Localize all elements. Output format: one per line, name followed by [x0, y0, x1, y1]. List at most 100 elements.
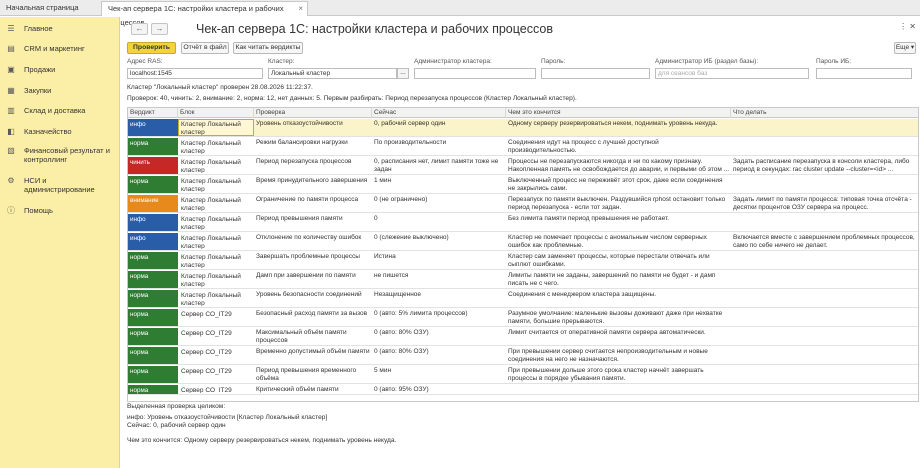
check-cell: Временно допустимый объём памяти: [256, 348, 370, 355]
result-cell: Лимит считается от оперативной памяти се…: [508, 329, 706, 336]
table-row[interactable]: норма Кластер Локальный кластер Уровень бе…: [128, 290, 918, 308]
table-row[interactable]: инфо Кластер Локальный кластер Уровень отк…: [128, 119, 918, 137]
table-row[interactable]: норма Сервер CO_IT29 Временно допустимый о…: [128, 347, 918, 365]
todo-cell: Включается вместе с завершением проблемн…: [733, 234, 915, 249]
block-cell: Кластер Локальный кластер: [181, 292, 241, 307]
table-row[interactable]: норма Кластер Локальный кластер Дамп при з…: [128, 271, 918, 289]
ras-input[interactable]: localhost:1545: [127, 68, 263, 79]
now-cell: 0 (авто: 80% ОЗУ): [374, 348, 429, 355]
treasury-icon: ◧: [7, 127, 15, 136]
ras-label: Адрес RAS:: [127, 58, 163, 65]
table-row[interactable]: норма Сервер CO_IT29 Безопасный расход пам…: [128, 309, 918, 327]
finance-icon: ▧: [7, 146, 15, 155]
result-cell: Кластер сам заменяет процессы, которые п…: [508, 253, 710, 268]
tab-home[interactable]: Начальная страница: [0, 1, 100, 16]
now-cell: 0 (авто: 95% ОЗУ): [374, 386, 429, 393]
verdict-cell: норма: [128, 290, 178, 307]
check-button[interactable]: Проверить: [127, 42, 176, 54]
table-row[interactable]: норма Кластер Локальный кластер Завершать …: [128, 252, 918, 270]
table-row[interactable]: норма Сервер CO_IT29 Максимальный объём па…: [128, 328, 918, 346]
col-check[interactable]: Проверка: [254, 108, 372, 118]
block-cell: Сервер CO_IT29: [181, 330, 232, 337]
sidebar-item-label: НСИ и администрирование: [24, 176, 95, 194]
result-cell: Одному серверу резервироваться некем, по…: [508, 120, 718, 127]
col-result[interactable]: Чем это кончится: [506, 108, 731, 118]
window-controls[interactable]: ⋮ ✕: [899, 22, 916, 31]
col-block[interactable]: Блок: [178, 108, 254, 118]
todo-cell: [731, 347, 918, 364]
block-cell: Кластер Локальный кластер: [181, 140, 241, 155]
cluster-select-button[interactable]: ...: [397, 68, 409, 79]
col-verdict[interactable]: Вердикт: [128, 108, 178, 118]
back-button[interactable]: ←: [131, 23, 148, 35]
password-input[interactable]: [541, 68, 650, 79]
check-cell: Безопасный расход памяти за вызов: [256, 310, 368, 317]
warehouse-icon: ▥: [7, 106, 15, 115]
result-cell: При превышении дольше этого срока класте…: [508, 367, 704, 382]
tab-checkup[interactable]: Чек-ап сервера 1С: настройки кластера и …: [101, 1, 308, 27]
table-row[interactable]: норма Кластер Локальный кластер Время прин…: [128, 176, 918, 194]
sidebar-item-label: Помощь: [24, 206, 53, 215]
check-cell: Период перезапуска процессов: [256, 158, 352, 165]
forward-button[interactable]: →: [151, 23, 168, 35]
verdict-cell: норма: [128, 366, 178, 383]
now-cell: 0, расписания нет, лимит памяти тоже не …: [374, 158, 499, 173]
table-row[interactable]: норма Сервер CO_IT29 Критический объём пам…: [128, 385, 918, 395]
verdict-cell: норма: [128, 309, 178, 326]
check-cell: Дамп при завершении по памяти: [256, 272, 356, 279]
todo-cell: [731, 252, 918, 269]
check-cell: Максимальный объём памяти процессов: [256, 329, 347, 344]
now-cell: 1 мин: [374, 177, 392, 184]
now-cell: 0 (авто: 5% лимита процессов): [374, 310, 468, 317]
howto-button[interactable]: Как читать вердикты: [233, 42, 303, 54]
check-cell: Завершать проблемные процессы: [256, 253, 360, 260]
password-ib-input[interactable]: [816, 68, 912, 79]
block-cell: Кластер Локальный кластер: [181, 178, 241, 193]
result-cell: При превышении сервер считается непроизв…: [508, 348, 708, 363]
admin-cluster-label: Администратор кластера:: [414, 58, 492, 65]
verdict-cell: норма: [128, 138, 178, 155]
cluster-select[interactable]: Локальный кластер: [268, 68, 397, 79]
sidebar-item-label: Продажи: [24, 65, 56, 74]
table-row[interactable]: инфо Кластер Локальный кластер Отклонение …: [128, 233, 918, 251]
block-cell: Сервер CO_IT29: [181, 349, 232, 356]
block-cell: Кластер Локальный кластер: [181, 216, 241, 231]
details-line3: Чем это кончится: Одному серверу резерви…: [127, 437, 397, 444]
now-cell: Незащищенное: [374, 291, 422, 298]
table-row[interactable]: инфо Кластер Локальный кластер Период прев…: [128, 214, 918, 232]
table-row[interactable]: норма Сервер CO_IT29 Период превышения вре…: [128, 366, 918, 384]
block-cell: Кластер Локальный кластер: [181, 197, 241, 212]
col-todo[interactable]: Что делать: [731, 108, 918, 118]
admin-ib-input[interactable]: для сеансов баз: [655, 68, 809, 79]
col-now[interactable]: Сейчас: [372, 108, 506, 118]
block-cell: Сервер CO_IT29: [181, 311, 232, 318]
todo-cell: Задать расписание перезапуска в консоли …: [733, 158, 910, 173]
sidebar-item-label: Казначейство: [24, 127, 72, 136]
result-cell: Соединения идут на процесс с лучшей дост…: [508, 139, 659, 154]
check-summary: Проверок: 40, чинить: 2, внимание: 2, но…: [127, 95, 577, 102]
table-row[interactable]: чинить Кластер Локальный кластер Период пе…: [128, 157, 918, 175]
check-cell: Ограничение по памяти процесса: [256, 196, 359, 203]
verdict-cell: норма: [128, 328, 178, 345]
todo-cell: [731, 138, 918, 155]
close-icon[interactable]: ×: [298, 2, 303, 16]
result-cell: Соединения с менеджером кластера защищен…: [508, 291, 657, 298]
result-cell: Разумное умолчание: маленькие вызовы дож…: [508, 310, 723, 325]
result-cell: Без лимита памяти период превышения не р…: [508, 215, 670, 222]
check-cell: Отклонение по количеству ошибок: [256, 234, 362, 241]
result-cell: Процессы не перезапускаются никогда и ни…: [508, 158, 730, 173]
more-button[interactable]: Еще ▾: [894, 42, 916, 54]
admin-icon: ⚙: [7, 176, 15, 185]
verdict-cell: норма: [128, 347, 178, 364]
table-row[interactable]: внимание Кластер Локальный кластер Огранич…: [128, 195, 918, 213]
table-row[interactable]: норма Кластер Локальный кластер Режим бала…: [128, 138, 918, 156]
sidebar-item-label: Главное: [24, 24, 53, 33]
sidebar-item-label: Склад и доставка: [24, 106, 86, 115]
todo-cell: [731, 271, 918, 288]
admin-cluster-input[interactable]: [414, 68, 536, 79]
report-button[interactable]: Отчёт в файл: [181, 42, 229, 54]
now-cell: не пишется: [374, 272, 409, 279]
now-cell: По производительности: [374, 139, 447, 146]
check-status: Кластер "Локальный кластер" проверен 28.…: [127, 84, 313, 91]
sales-icon: ▣: [7, 65, 15, 74]
